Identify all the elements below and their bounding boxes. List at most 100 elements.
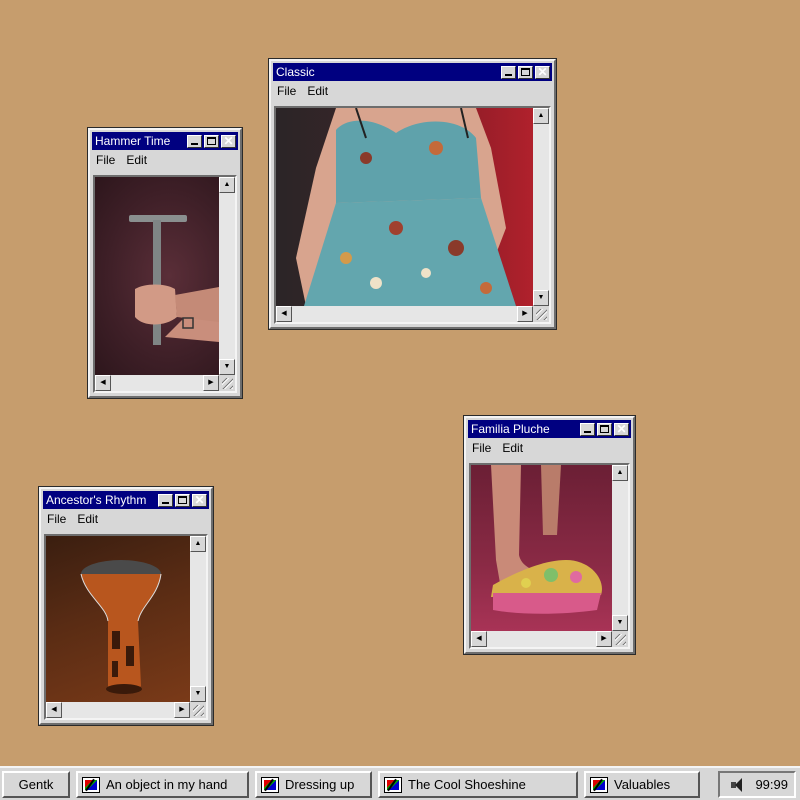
window-title: Classic (276, 65, 315, 79)
sandal-illustration (491, 465, 602, 614)
maximize-button[interactable] (518, 65, 533, 79)
hand-with-hammer-photo (95, 177, 219, 375)
title-bar[interactable]: Classic ✕ (273, 63, 552, 81)
window-ancestors-rhythm[interactable]: Ancestor's Rhythm ✕ File Edit ▲ ▼ ◀ ▶ (38, 486, 214, 726)
minimize-button[interactable] (187, 134, 202, 148)
image-viewport: ▲ ▼ ◀ ▶ (469, 463, 630, 649)
resize-grip-icon (193, 705, 204, 716)
window-familia-pluche[interactable]: Familia Pluche ✕ File Edit ▲ ▼ ◀ ▶ (463, 415, 636, 655)
window-hammer-time[interactable]: Hammer Time ✕ File Edit ▲ ▼ ◀ ▶ (87, 127, 243, 399)
scroll-down-button[interactable]: ▼ (533, 290, 549, 306)
system-tray: 99:99 (718, 771, 796, 798)
resize-corner[interactable] (533, 306, 549, 322)
image-viewport: ▲ ▼ ◀ ▶ (274, 106, 551, 324)
minimize-button[interactable] (501, 65, 516, 79)
scroll-down-button[interactable]: ▼ (612, 615, 628, 631)
title-bar[interactable]: Familia Pluche ✕ (468, 420, 631, 438)
menu-bar: File Edit (92, 150, 238, 170)
maximize-icon (178, 495, 187, 504)
scroll-left-button[interactable]: ◀ (95, 375, 111, 391)
close-icon: ✕ (537, 64, 548, 79)
dress-illustration (296, 108, 516, 306)
resize-corner[interactable] (612, 631, 628, 647)
minimize-button[interactable] (158, 493, 173, 507)
horizontal-scrollbar[interactable]: ◀ ▶ (46, 702, 190, 718)
hammer-illustration (129, 215, 219, 345)
resize-corner[interactable] (219, 375, 235, 391)
horizontal-scrollbar[interactable]: ◀ ▶ (95, 375, 219, 391)
menu-bar: File Edit (468, 438, 631, 458)
paint-app-icon (261, 776, 279, 793)
window-title: Familia Pluche (471, 422, 550, 436)
window-classic[interactable]: Classic ✕ File Edit ▲ ▼ ◀ ▶ (268, 58, 557, 330)
maximize-button[interactable] (204, 134, 219, 148)
menu-file[interactable]: File (96, 153, 115, 167)
start-button[interactable]: Gentk (2, 771, 70, 798)
window-title: Ancestor's Rhythm (46, 493, 147, 507)
floral-dress-photo (276, 108, 533, 306)
image-viewport: ▲ ▼ ◀ ▶ (44, 534, 208, 720)
close-icon: ✕ (194, 492, 205, 507)
resize-grip-icon (222, 378, 233, 389)
scroll-left-button[interactable]: ◀ (46, 702, 62, 718)
taskbar-button-object-in-hand[interactable]: An object in my hand (76, 771, 249, 798)
paint-app-icon (384, 776, 402, 793)
minimize-button[interactable] (580, 422, 595, 436)
maximize-button[interactable] (175, 493, 190, 507)
horizontal-scrollbar[interactable]: ◀ ▶ (276, 306, 533, 322)
menu-bar: File Edit (43, 509, 209, 529)
scroll-down-button[interactable]: ▼ (219, 359, 235, 375)
speaker-icon[interactable] (729, 777, 747, 793)
title-bar[interactable]: Hammer Time ✕ (92, 132, 238, 150)
close-button[interactable]: ✕ (192, 492, 207, 507)
drum-illustration (80, 560, 162, 694)
menu-file[interactable]: File (277, 84, 296, 98)
resize-grip-icon (536, 309, 547, 320)
maximize-icon (207, 136, 216, 145)
image-viewport: ▲ ▼ ◀ ▶ (93, 175, 237, 393)
title-bar[interactable]: Ancestor's Rhythm ✕ (43, 491, 209, 509)
menu-edit[interactable]: Edit (307, 84, 328, 98)
scroll-right-button[interactable]: ▶ (174, 702, 190, 718)
vertical-scrollbar[interactable]: ▲ ▼ (190, 536, 206, 702)
start-label: Gentk (18, 777, 54, 792)
close-button[interactable]: ✕ (535, 64, 550, 79)
taskbar-button-label: Dressing up (285, 777, 355, 792)
taskbar-button-label: The Cool Shoeshine (408, 777, 526, 792)
horizontal-scrollbar[interactable]: ◀ ▶ (471, 631, 612, 647)
menu-edit[interactable]: Edit (126, 153, 147, 167)
resize-grip-icon (615, 634, 626, 645)
vertical-scrollbar[interactable]: ▲ ▼ (612, 465, 628, 631)
paint-app-icon (590, 776, 608, 793)
scroll-down-button[interactable]: ▼ (190, 686, 206, 702)
taskbar-button-dressing-up[interactable]: Dressing up (255, 771, 372, 798)
taskbar-button-cool-shoeshine[interactable]: The Cool Shoeshine (378, 771, 578, 798)
scroll-left-button[interactable]: ◀ (276, 306, 292, 322)
vertical-scrollbar[interactable]: ▲ ▼ (219, 177, 235, 375)
scroll-right-button[interactable]: ▶ (203, 375, 219, 391)
scroll-right-button[interactable]: ▶ (517, 306, 533, 322)
scroll-up-button[interactable]: ▲ (219, 177, 235, 193)
taskbar-button-valuables[interactable]: Valuables (584, 771, 700, 798)
scroll-left-button[interactable]: ◀ (471, 631, 487, 647)
maximize-button[interactable] (597, 422, 612, 436)
menu-file[interactable]: File (47, 512, 66, 526)
close-icon: ✕ (616, 421, 627, 436)
menu-edit[interactable]: Edit (77, 512, 98, 526)
scroll-right-button[interactable]: ▶ (596, 631, 612, 647)
resize-corner[interactable] (190, 702, 206, 718)
menu-edit[interactable]: Edit (502, 441, 523, 455)
close-button[interactable]: ✕ (221, 134, 236, 148)
window-title: Hammer Time (95, 134, 171, 148)
close-button[interactable]: ✕ (614, 421, 629, 436)
scroll-up-button[interactable]: ▲ (190, 536, 206, 552)
vertical-scrollbar[interactable]: ▲ ▼ (533, 108, 549, 306)
maximize-icon (521, 67, 530, 76)
scroll-up-button[interactable]: ▲ (612, 465, 628, 481)
scroll-up-button[interactable]: ▲ (533, 108, 549, 124)
menu-file[interactable]: File (472, 441, 491, 455)
drum-photo (46, 536, 190, 702)
slide-sandal-photo (471, 465, 612, 631)
menu-bar: File Edit (273, 81, 552, 101)
clock: 99:99 (755, 777, 788, 792)
